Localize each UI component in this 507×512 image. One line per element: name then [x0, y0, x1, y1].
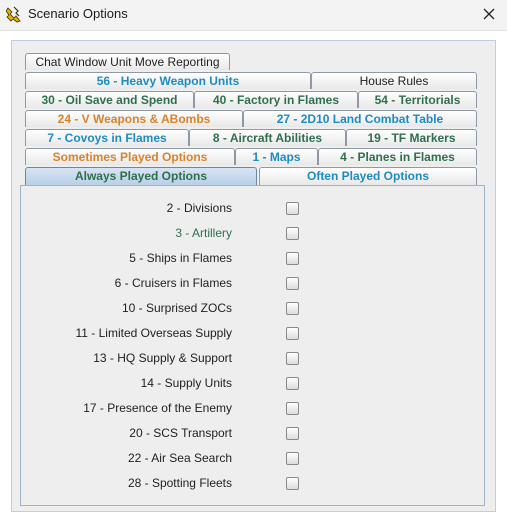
option-checkbox[interactable] [286, 302, 299, 315]
tab-sometimes-played-options[interactable]: Sometimes Played Options [25, 148, 235, 165]
tab-56-heavy-weapon-units[interactable]: 56 - Heavy Weapon Units [25, 72, 311, 89]
option-label: 28 - Spotting Fleets [127, 476, 232, 490]
tab-label: Often Played Options [306, 169, 429, 183]
option-checkbox[interactable] [286, 377, 299, 390]
option-label: 13 - HQ Supply & Support [93, 351, 232, 365]
option-checkbox[interactable] [286, 402, 299, 415]
tab-27-2d10-land-combat-table[interactable]: 27 - 2D10 Land Combat Table [243, 110, 477, 127]
tab-4-planes-in-flames[interactable]: 4 - Planes in Flames [318, 148, 477, 165]
tab-label: 8 - Aircraft Abilities [212, 131, 323, 145]
tab-often-played-options[interactable]: Often Played Options [259, 167, 477, 185]
tab-19-tf-markers[interactable]: 19 - TF Markers [346, 129, 477, 146]
tab-house-rules[interactable]: House Rules [311, 72, 477, 89]
tab-label: 27 - 2D10 Land Combat Table [276, 112, 444, 126]
option-label: 20 - SCS Transport [129, 426, 232, 440]
option-label: 14 - Supply Units [140, 376, 232, 390]
tab-chat-window-unit-move-reporting[interactable]: Chat Window Unit Move Reporting [25, 53, 230, 70]
tab-label: 30 - Oil Save and Spend [41, 93, 178, 107]
game-app-icon [6, 6, 21, 23]
option-label: 22 - Air Sea Search [127, 451, 232, 465]
option-checkbox[interactable] [286, 277, 299, 290]
tab-label: 40 - Factory in Flames [212, 93, 340, 107]
tab-label: 24 - V Weapons & ABombs [57, 112, 211, 126]
option-label: 10 - Surprised ZOCs [121, 301, 232, 315]
tab-label: Always Played Options [74, 169, 208, 183]
window-title: Scenario Options [28, 6, 128, 21]
tab-24-v-weapons-abombs[interactable]: 24 - V Weapons & ABombs [25, 110, 243, 127]
tab-label: 1 - Maps [252, 150, 301, 164]
tab-label: 54 - Territorials [374, 93, 461, 107]
tab-7-covoys-in-flames[interactable]: 7 - Covoys in Flames [25, 129, 189, 146]
tab-label: 19 - TF Markers [367, 131, 456, 145]
option-checkbox[interactable] [286, 352, 299, 365]
option-label: 6 - Cruisers in Flames [114, 276, 232, 290]
option-label: 3 - Artillery [175, 226, 232, 240]
option-checkbox[interactable] [286, 202, 299, 215]
option-label: 17 - Presence of the Enemy [83, 401, 232, 415]
option-label: 2 - Divisions [166, 201, 232, 215]
tab-label: 56 - Heavy Weapon Units [96, 74, 240, 88]
tab-label: Chat Window Unit Move Reporting [35, 55, 220, 69]
tab-1-maps[interactable]: 1 - Maps [235, 148, 318, 165]
tab-always-played-options[interactable]: Always Played Options [25, 167, 257, 185]
option-checkbox[interactable] [286, 327, 299, 340]
close-icon[interactable] [479, 4, 499, 24]
option-checkbox[interactable] [286, 452, 299, 465]
options-panel: 2 - Divisions 3 - Artillery 5 - Ships in… [20, 185, 485, 506]
tab-8-aircraft-abilities[interactable]: 8 - Aircraft Abilities [189, 129, 346, 146]
option-label: 5 - Ships in Flames [129, 251, 232, 265]
tab-label: 7 - Covoys in Flames [47, 131, 167, 145]
tab-54-territorials[interactable]: 54 - Territorials [358, 91, 477, 108]
option-checkbox[interactable] [286, 227, 299, 240]
tab-label: Sometimes Played Options [52, 150, 208, 164]
option-checkbox[interactable] [286, 427, 299, 440]
option-checkbox[interactable] [286, 252, 299, 265]
title-bar: Scenario Options [0, 0, 507, 31]
tab-label: House Rules [359, 74, 429, 88]
tab-label: 4 - Planes in Flames [340, 150, 455, 164]
tab-40-factory-in-flames[interactable]: 40 - Factory in Flames [194, 91, 358, 108]
tab-30-oil-save-and-spend[interactable]: 30 - Oil Save and Spend [25, 91, 194, 108]
option-checkbox[interactable] [286, 477, 299, 490]
option-label: 11 - Limited Overseas Supply [75, 326, 232, 340]
